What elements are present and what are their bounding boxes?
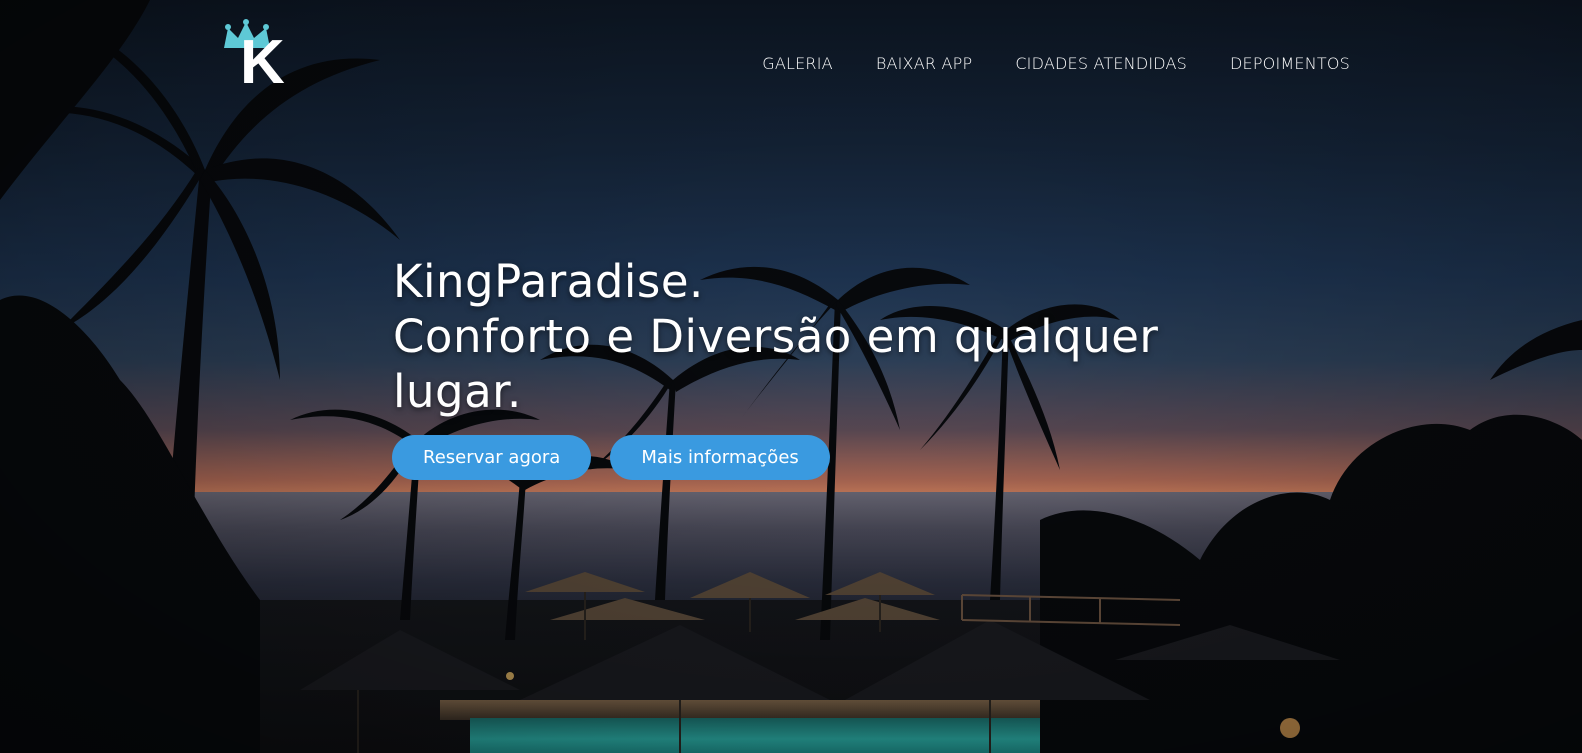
brand-logo[interactable]: K bbox=[220, 18, 290, 94]
logo-letter: K bbox=[240, 28, 285, 97]
mais-informacoes-button[interactable]: Mais informações bbox=[610, 435, 830, 480]
hero-actions: Reservar agora Mais informações bbox=[392, 435, 830, 480]
hero-headline: KingParadise. Conforto e Diversão em qua… bbox=[393, 254, 1193, 419]
nav-item-baixar-app[interactable]: BAIXAR APP bbox=[876, 52, 973, 76]
nav-item-depoimentos[interactable]: DEPOIMENTOS bbox=[1230, 52, 1350, 76]
hero-title-line-3: lugar. bbox=[393, 365, 522, 418]
hero-title-line-1: KingParadise. bbox=[393, 255, 704, 308]
reservar-agora-button[interactable]: Reservar agora bbox=[392, 435, 592, 480]
main-nav: GALERIA BAIXAR APP CIDADES ATENDIDAS DEP… bbox=[719, 52, 1350, 76]
nav-item-galeria[interactable]: GALERIA bbox=[762, 52, 833, 76]
nav-item-cidades-atendidas[interactable]: CIDADES ATENDIDAS bbox=[1015, 52, 1187, 76]
hero-title-line-2: Conforto e Diversão em qualquer bbox=[393, 310, 1159, 363]
